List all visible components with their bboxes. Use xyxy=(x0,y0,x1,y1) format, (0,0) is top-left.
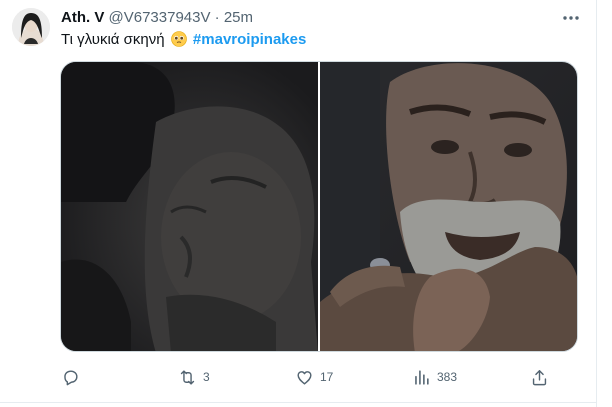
author-name[interactable]: Ath. V xyxy=(61,9,104,26)
retweet-icon xyxy=(180,369,195,385)
avatar-image xyxy=(12,8,50,46)
views-count: 383 xyxy=(437,370,458,384)
more-options-icon[interactable] xyxy=(561,10,581,26)
bottom-border xyxy=(0,402,597,403)
media-grid xyxy=(60,61,578,352)
like-count: 17 xyxy=(320,370,334,384)
hashtag-link[interactable]: #mavroipinakes xyxy=(193,31,306,48)
header-separator: · xyxy=(214,9,220,26)
author-handle[interactable]: @V67337943V xyxy=(109,9,211,26)
share-button[interactable] xyxy=(530,366,549,388)
views-chart-icon xyxy=(415,369,429,385)
retweet-count: 3 xyxy=(203,370,210,384)
views-button[interactable]: 383 xyxy=(412,366,457,388)
reply-icon xyxy=(64,369,78,385)
media-image-left[interactable] xyxy=(61,62,318,351)
pleading-face-icon xyxy=(170,31,187,47)
media-image-right[interactable] xyxy=(320,62,577,351)
tweet-text-body: Τι γλυκιά σκηνή xyxy=(61,31,165,48)
like-button[interactable]: 17 xyxy=(295,366,333,388)
tweet-text: Τι γλυκιά σκηνή #mavroipinakes xyxy=(61,30,306,50)
retweet-button[interactable]: 3 xyxy=(178,366,210,388)
reply-button[interactable] xyxy=(61,366,86,388)
heart-icon xyxy=(297,370,312,385)
tweet-header: Ath. V @V67337943V · 25m xyxy=(61,9,253,27)
tweet-card[interactable]: Ath. V @V67337943V · 25m Τι γλυκιά σκηνή… xyxy=(0,0,596,407)
tweet-actions: 3 17 383 xyxy=(0,366,596,388)
timestamp[interactable]: 25m xyxy=(224,9,253,26)
share-icon xyxy=(532,369,547,385)
avatar[interactable] xyxy=(12,8,50,46)
right-border xyxy=(596,0,597,407)
